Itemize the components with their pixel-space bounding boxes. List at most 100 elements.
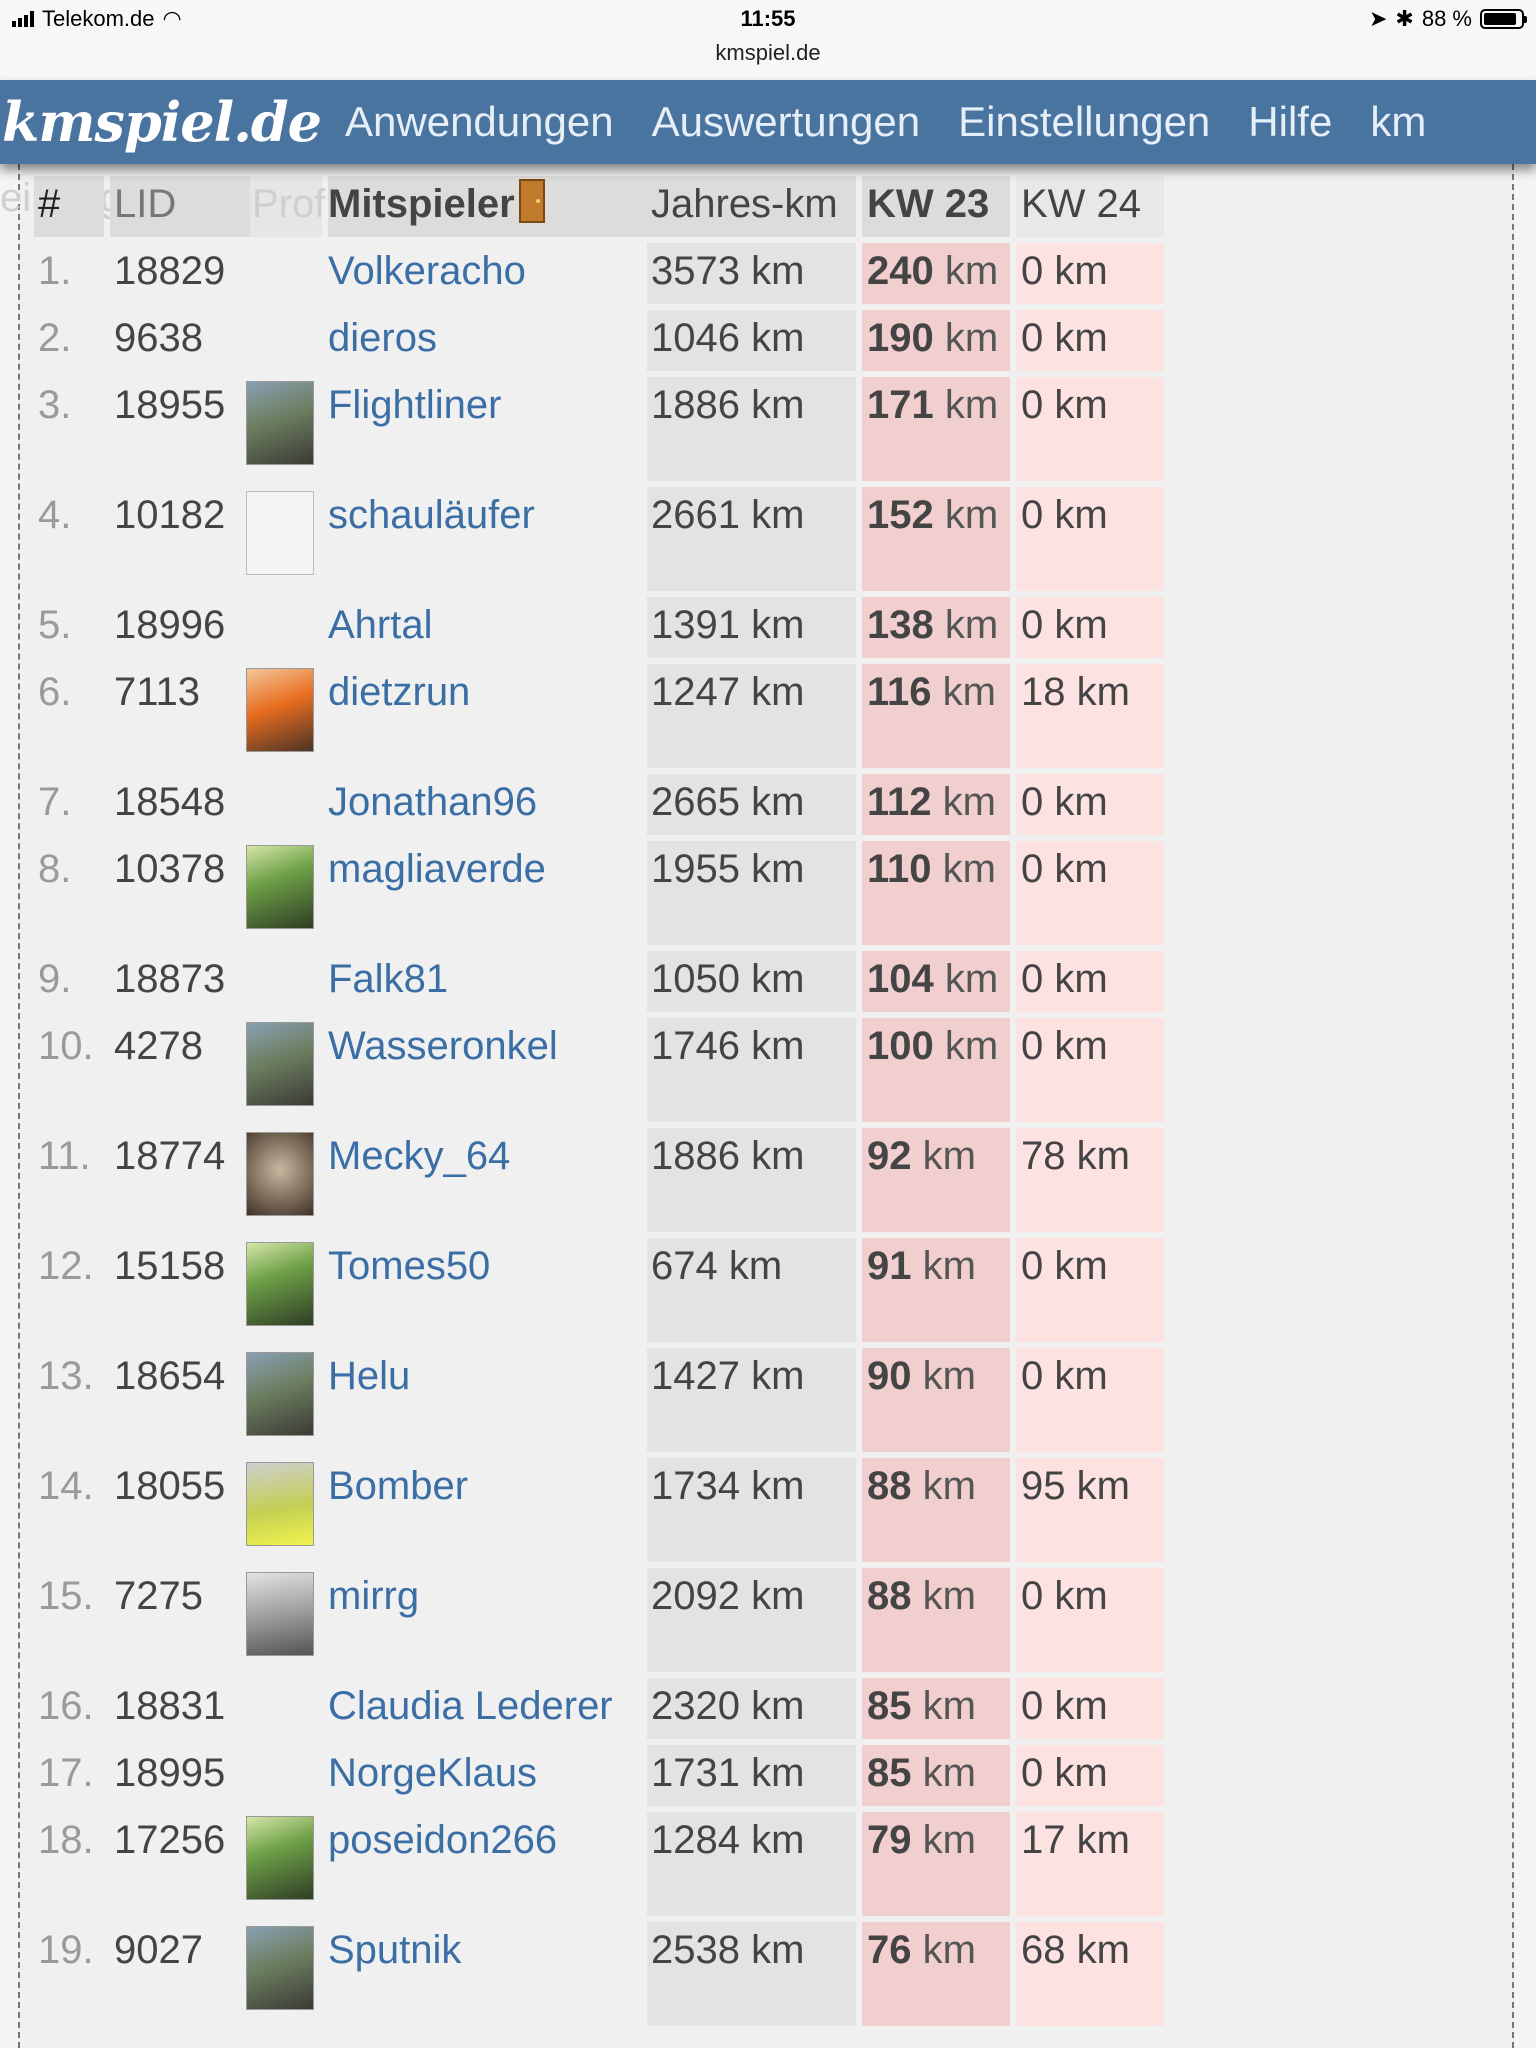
header-player[interactable]: Mitspieler (328, 176, 674, 237)
player-link[interactable]: Mecky_64 (328, 1128, 674, 1232)
kw23-cell: 91 km (862, 1238, 1010, 1342)
header-lid[interactable]: LID (110, 176, 270, 237)
year-km-cell: 1731 km (647, 1745, 856, 1806)
avatar[interactable] (246, 1572, 314, 1656)
kw23-cell: 90 km (862, 1348, 1010, 1452)
kw24-cell: 78 km (1016, 1128, 1164, 1232)
kw24-cell: 0 km (1016, 1568, 1164, 1672)
player-link[interactable]: schauläufer (328, 487, 674, 591)
nav-link-anwendungen[interactable]: Anwendungen (345, 98, 614, 146)
site-logo[interactable]: kmspiel.de (2, 90, 322, 154)
kw23-value: 112 (867, 780, 932, 824)
profile-cell (246, 951, 316, 1012)
nav-link-km[interactable]: km (1370, 98, 1426, 146)
player-link[interactable]: Volkeracho (328, 243, 674, 304)
avatar[interactable] (246, 668, 314, 752)
player-link[interactable]: Falk81 (328, 951, 674, 1012)
kw23-value: 85 (867, 1684, 912, 1728)
kw23-cell: 190 km (862, 310, 1010, 371)
kw23-unit: km (931, 780, 996, 824)
rank-cell: 17. (38, 1751, 94, 1795)
profile-cell (246, 1568, 316, 1672)
kw23-unit: km (933, 383, 999, 427)
player-link[interactable]: Ahrtal (328, 597, 674, 658)
kw23-unit: km (933, 249, 999, 293)
rank-cell: 15. (38, 1574, 94, 1618)
kw23-value: 152 (867, 493, 934, 537)
player-link[interactable]: Bomber (328, 1458, 674, 1562)
lid-cell: 4278 (114, 1024, 203, 1068)
year-km-cell: 674 km (647, 1238, 856, 1342)
profile-cell (246, 487, 316, 591)
profile-cell (246, 1238, 316, 1342)
player-link[interactable]: dietzrun (328, 664, 674, 768)
kw24-cell: 0 km (1016, 774, 1164, 835)
year-km-cell: 1247 km (647, 664, 856, 768)
year-km-cell: 2665 km (647, 774, 856, 835)
nav-link-auswertungen[interactable]: Auswertungen (652, 98, 921, 146)
lid-cell: 17256 (114, 1818, 226, 1862)
avatar[interactable] (246, 1242, 314, 1326)
player-link[interactable]: Flightliner (328, 377, 674, 481)
kw23-unit: km (911, 1751, 976, 1795)
avatar[interactable] (246, 845, 314, 929)
kw24-cell: 0 km (1016, 1745, 1164, 1806)
avatar[interactable] (246, 1462, 314, 1546)
kw23-cell: 92 km (862, 1128, 1010, 1232)
avatar[interactable] (246, 1022, 314, 1106)
avatar[interactable] (246, 381, 314, 465)
player-link[interactable]: magliaverde (328, 841, 674, 945)
player-link[interactable]: Wasseronkel (328, 1018, 674, 1122)
player-link[interactable]: poseidon266 (328, 1812, 674, 1916)
avatar[interactable] (246, 1926, 314, 2010)
year-km-cell: 1734 km (647, 1458, 856, 1562)
lid-cell: 18774 (114, 1134, 226, 1178)
address-bar-url[interactable]: kmspiel.de (0, 40, 1536, 66)
lid-cell: 9638 (114, 316, 203, 360)
player-link[interactable]: Helu (328, 1348, 674, 1452)
kw23-unit: km (933, 603, 999, 647)
nav-link-einstellungen[interactable]: Einstellungen (958, 98, 1210, 146)
kw23-cell: 76 km (862, 1922, 1010, 2026)
player-link[interactable]: mirrg (328, 1568, 674, 1672)
door-icon[interactable] (518, 179, 545, 223)
avatar[interactable] (246, 491, 314, 575)
kw23-cell: 112 km (862, 774, 1010, 835)
avatar[interactable] (246, 1132, 314, 1216)
avatar[interactable] (246, 1352, 314, 1436)
year-km-cell: 1046 km (647, 310, 856, 371)
kw23-cell: 171 km (862, 377, 1010, 481)
lid-cell: 9027 (114, 1928, 203, 1972)
rank-cell: 13. (38, 1354, 94, 1398)
lid-cell: 10182 (114, 493, 226, 537)
year-km-cell: 2538 km (647, 1922, 856, 2026)
header-year-km[interactable]: Jahres-km (647, 176, 856, 237)
kw23-cell: 88 km (862, 1458, 1010, 1562)
header-kw23[interactable]: KW 23 (862, 176, 1010, 237)
profile-cell (246, 1922, 316, 2026)
kw23-cell: 138 km (862, 597, 1010, 658)
rank-cell: 1. (38, 249, 72, 293)
kw23-cell: 104 km (862, 951, 1010, 1012)
player-link[interactable]: dieros (328, 310, 674, 371)
player-link[interactable]: Sputnik (328, 1922, 674, 2026)
player-link[interactable]: Claudia Lederer (328, 1678, 674, 1739)
kw23-unit: km (911, 1574, 976, 1618)
year-km-cell: 1050 km (647, 951, 856, 1012)
header-kw24[interactable]: KW 24 (1016, 176, 1164, 237)
kw24-cell: 0 km (1016, 243, 1164, 304)
player-link[interactable]: Jonathan96 (328, 774, 674, 835)
header-rank[interactable]: # (34, 176, 104, 237)
kw23-value: 92 (867, 1134, 912, 1178)
kw23-unit: km (933, 493, 999, 537)
rank-cell: 11. (38, 1134, 91, 1178)
profile-cell (246, 243, 316, 304)
avatar[interactable] (246, 1816, 314, 1900)
lid-cell: 18831 (114, 1684, 226, 1728)
player-link[interactable]: NorgeKlaus (328, 1745, 674, 1806)
year-km-cell: 2661 km (647, 487, 856, 591)
nav-link-hilfe[interactable]: Hilfe (1248, 98, 1332, 146)
kw23-cell: 100 km (862, 1018, 1010, 1122)
kw24-cell: 0 km (1016, 377, 1164, 481)
player-link[interactable]: Tomes50 (328, 1238, 674, 1342)
